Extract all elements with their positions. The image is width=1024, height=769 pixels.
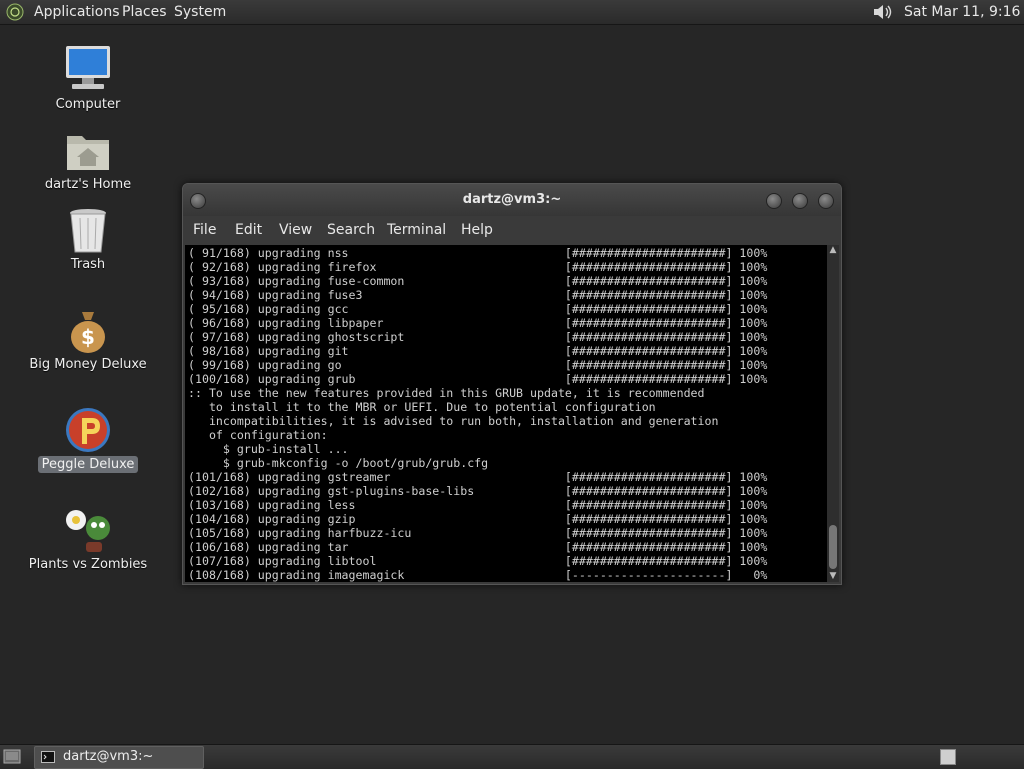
- terminal-line: to install it to the MBR or UEFI. Due to…: [188, 400, 656, 414]
- desktop-icon-plants-vs-zombies[interactable]: Plants vs Zombies: [28, 506, 148, 578]
- terminal-line: (101/168) upgrading gstreamer [#########…: [188, 470, 768, 484]
- terminal-line: (102/168) upgrading gst-plugins-base-lib…: [188, 484, 768, 498]
- plants-vs-zombies-icon: [66, 510, 110, 552]
- money-bag-icon: $: [71, 312, 105, 353]
- places-menu[interactable]: Places: [122, 4, 167, 20]
- window-title: dartz@vm3:~: [462, 192, 562, 207]
- terminal-line: (108/168) upgrading imagemagick [-------…: [188, 568, 768, 582]
- terminal-line: incompatibilities, it is advised to run …: [188, 414, 719, 428]
- system-menu[interactable]: System: [174, 4, 226, 20]
- terminal-lines: ( 91/168) upgrading nss [###############…: [188, 246, 767, 582]
- menu-search[interactable]: Search: [327, 222, 375, 238]
- close-button[interactable]: [818, 193, 834, 209]
- title-bar[interactable]: dartz@vm3:~: [183, 184, 841, 216]
- terminal-line: of configuration:: [188, 428, 328, 442]
- desktop-icon-home[interactable]: dartz's Home: [28, 126, 148, 198]
- top-panel: Applications Places System Sat Mar 11, 9…: [0, 0, 1024, 25]
- scroll-up-arrow-icon[interactable]: ▲: [828, 245, 838, 255]
- foot-logo-icon[interactable]: [6, 3, 24, 21]
- terminal-window[interactable]: dartz@vm3:~ File Edit View Search Termin…: [182, 183, 842, 585]
- terminal-line: ( 93/168) upgrading fuse-common [#######…: [188, 274, 768, 288]
- terminal-line: (104/168) upgrading gzip [##############…: [188, 512, 768, 526]
- computer-icon: [66, 46, 110, 89]
- terminal-line: ( 99/168) upgrading go [################…: [188, 358, 768, 372]
- terminal-line: ( 92/168) upgrading firefox [###########…: [188, 260, 768, 274]
- terminal-line: $ grub-install ...: [188, 442, 349, 456]
- show-desktop-icon[interactable]: [3, 748, 21, 765]
- terminal-line: (106/168) upgrading tar [###############…: [188, 540, 768, 554]
- desktop-icon-computer[interactable]: Computer: [28, 44, 148, 116]
- menu-terminal[interactable]: Terminal: [387, 222, 446, 238]
- trash-icon: [70, 209, 106, 253]
- terminal-line: (105/168) upgrading harfbuzz-icu [######…: [188, 526, 768, 540]
- desktop-icon-label: Plants vs Zombies: [28, 557, 148, 572]
- desktop-icon-peggle[interactable]: Peggle Deluxe: [28, 406, 148, 478]
- desktop-icon-trash[interactable]: Trash: [28, 206, 148, 278]
- desktop-icon-label: Computer: [55, 97, 121, 112]
- minimize-button[interactable]: [766, 193, 782, 209]
- menu-edit[interactable]: Edit: [235, 222, 262, 238]
- menu-file[interactable]: File: [193, 222, 216, 238]
- terminal-line: (100/168) upgrading grub [##############…: [188, 372, 768, 386]
- menu-help[interactable]: Help: [461, 222, 493, 238]
- volume-icon[interactable]: [872, 3, 894, 21]
- terminal-line: ( 97/168) upgrading ghostscript [#######…: [188, 330, 768, 344]
- desktop-icon-label: dartz's Home: [44, 177, 132, 192]
- terminal-icon: [41, 751, 55, 763]
- maximize-button[interactable]: [792, 193, 808, 209]
- menu-bar: File Edit View Search Terminal Help: [183, 216, 841, 244]
- desktop-icon-label: Trash: [70, 257, 106, 272]
- home-folder-icon: [67, 136, 109, 170]
- desktop-icon-label-text: Peggle Deluxe: [37, 456, 139, 473]
- scroll-down-arrow-icon[interactable]: ▼: [828, 571, 838, 581]
- terminal-output[interactable]: ( 91/168) upgrading nss [###############…: [185, 245, 827, 582]
- scrollbar-thumb[interactable]: [829, 525, 837, 569]
- applications-menu[interactable]: Applications: [34, 4, 120, 20]
- terminal-line: ( 94/168) upgrading fuse3 [#############…: [188, 288, 768, 302]
- taskbar-item-terminal[interactable]: dartz@vm3:~: [34, 746, 204, 769]
- terminal-line: ( 96/168) upgrading libpaper [##########…: [188, 316, 768, 330]
- clock[interactable]: Sat Mar 11, 9:16 PM: [904, 4, 1024, 20]
- terminal-line: (107/168) upgrading libtool [###########…: [188, 554, 768, 568]
- terminal-line: ( 95/168) upgrading gcc [###############…: [188, 302, 768, 316]
- terminal-line: $ grub-mkconfig -o /boot/grub/grub.cfg: [188, 456, 489, 470]
- peggle-icon: [66, 408, 110, 452]
- menu-view[interactable]: View: [279, 222, 312, 238]
- terminal-line: ( 91/168) upgrading nss [###############…: [188, 246, 768, 260]
- svg-text:$: $: [81, 325, 95, 349]
- terminal-scrollbar[interactable]: ▲ ▼: [827, 245, 839, 582]
- taskbar-item-label: dartz@vm3:~: [63, 749, 154, 764]
- desktop-icon-big-money[interactable]: $ Big Money Deluxe: [28, 306, 148, 378]
- bottom-panel: dartz@vm3:~: [0, 744, 1024, 769]
- terminal-line: :: To use the new features provided in t…: [188, 386, 705, 400]
- desktop-icon-label: Big Money Deluxe: [29, 357, 147, 372]
- desktop-icon-label-selected: Peggle Deluxe: [28, 456, 148, 473]
- workspace-switcher[interactable]: [940, 749, 956, 765]
- terminal-line: ( 98/168) upgrading git [###############…: [188, 344, 768, 358]
- terminal-line: (103/168) upgrading less [##############…: [188, 498, 768, 512]
